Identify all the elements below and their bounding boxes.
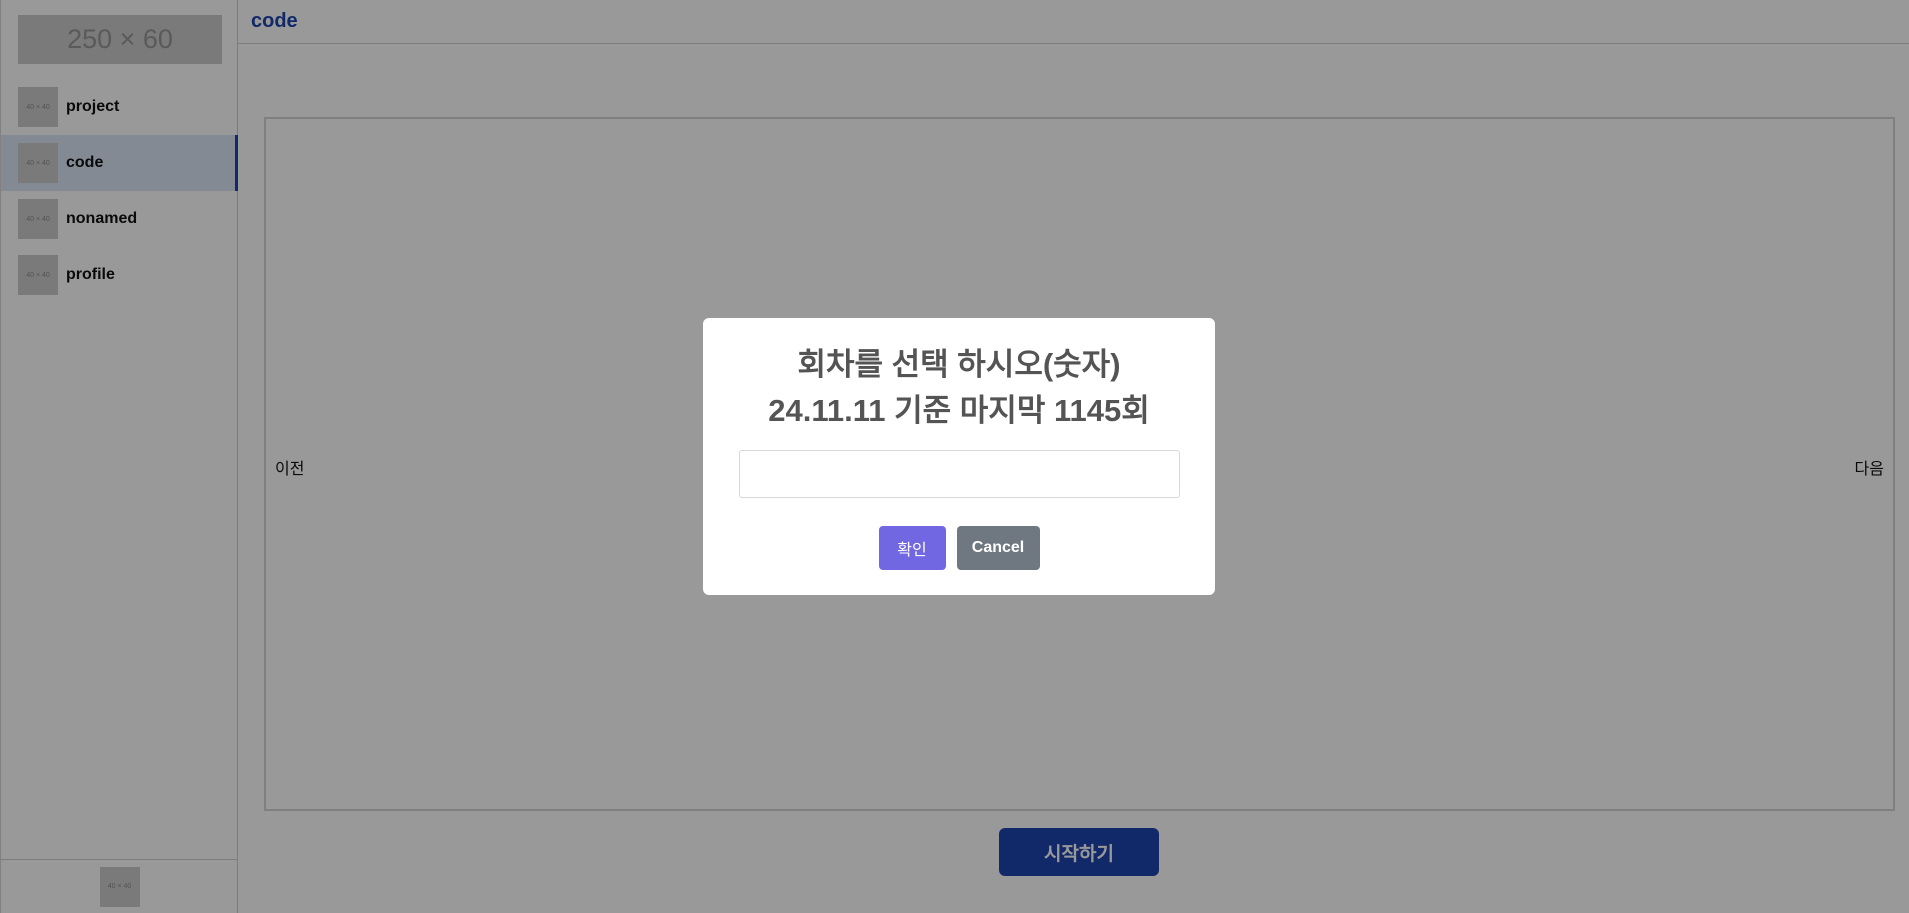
dialog-actions: 확인 Cancel [703,526,1215,570]
cancel-button[interactable]: Cancel [956,526,1040,570]
round-select-dialog: 회차를 선택 하시오(숫자) 24.11.11 기준 마지막 1145회 확인 … [703,318,1215,595]
app-root: 250 × 60 40 × 40 project 40 × 40 code 40… [0,0,1909,913]
round-number-input[interactable] [739,450,1180,498]
dialog-title-line-2: 24.11.11 기준 마지막 1145회 [768,393,1150,428]
dialog-title-line-1: 회차를 선택 하시오(숫자) [797,347,1121,382]
confirm-button[interactable]: 확인 [878,526,946,570]
dialog-title: 회차를 선택 하시오(숫자) 24.11.11 기준 마지막 1145회 [703,342,1215,434]
